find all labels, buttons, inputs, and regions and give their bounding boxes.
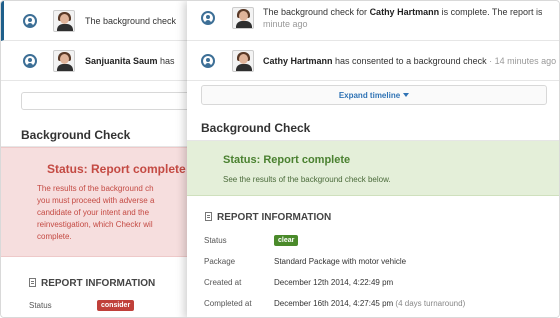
timestamp: · 14 minutes ago	[486, 55, 557, 66]
status-label: Status	[204, 236, 227, 245]
report-information-heading: REPORT INFORMATION	[205, 212, 331, 223]
expand-timeline-button[interactable]: Expand timeline	[201, 85, 547, 105]
document-icon	[205, 212, 212, 221]
background-check-panel-front: The background check for Cathy Hartmann …	[187, 1, 559, 317]
created-at-label: Created at	[204, 278, 242, 287]
expand-timeline-bar[interactable]	[21, 92, 201, 110]
status-message: See the results of the background check …	[223, 175, 391, 184]
package-label: Package	[204, 257, 236, 266]
completed-at-label: Completed at	[204, 299, 252, 308]
package-value: Standard Package with motor vehicle	[274, 257, 407, 266]
candidate-name[interactable]: Cathy Hartmann	[263, 56, 333, 66]
status-message: The results of the background ch you mus…	[37, 184, 155, 241]
candidate-icon	[201, 11, 215, 25]
timeline-item-text: The background check for Cathy Hartmann …	[263, 7, 543, 17]
page-title: Background Check	[21, 128, 131, 142]
report-information-heading: REPORT INFORMATION	[29, 278, 155, 289]
caret-down-icon	[403, 93, 410, 97]
status-title: Status: Report complete	[47, 162, 186, 176]
candidate-name[interactable]: Cathy Hartmann	[370, 7, 440, 17]
status-badge: consider	[97, 300, 135, 311]
status-value: clear	[274, 235, 299, 246]
timeline-item-text: Cathy Hartmann has consented to a backgr…	[263, 55, 557, 66]
background-check-panel-back: The background check Sanjuanita Saum has…	[1, 1, 201, 317]
avatar	[232, 49, 254, 72]
avatar	[53, 9, 75, 32]
timeline-item-content: The background check for Cathy Hartmann …	[263, 7, 542, 29]
timeline-item[interactable]: The background check for Cathy Hartmann …	[187, 1, 559, 41]
status-badge: clear	[274, 235, 299, 246]
candidate-icon	[201, 53, 215, 68]
timeline-item-text: Sanjuanita Saum has	[85, 55, 175, 66]
expand-timeline-label: Expand timeline	[338, 90, 401, 100]
timeline-item[interactable]: Cathy Hartmann has consented to a backgr…	[187, 41, 559, 81]
candidate-icon	[23, 13, 37, 28]
app-frame: The background check Sanjuanita Saum has…	[0, 0, 560, 318]
timeline-item-text: The background check	[85, 15, 177, 26]
document-icon	[29, 278, 36, 287]
turnaround-note: (4 days turnaround)	[395, 299, 466, 308]
avatar	[232, 7, 254, 29]
timeline-item[interactable]: Sanjuanita Saum has	[1, 41, 201, 81]
timeline-item[interactable]: The background check	[1, 1, 201, 41]
status-title: Status: Report complete	[223, 154, 351, 166]
candidate-name[interactable]: Sanjuanita Saum	[85, 56, 158, 66]
timestamp: minute ago	[263, 19, 308, 29]
created-at-value: December 12th 2014, 4:22:49 pm	[274, 278, 394, 287]
completed-at-value: December 16th 2014, 4:27:45 pm (4 days t…	[274, 299, 466, 308]
page-title: Background Check	[201, 121, 311, 135]
avatar	[53, 49, 75, 72]
status-label: Status	[29, 301, 52, 310]
status-banner	[187, 141, 559, 196]
candidate-icon	[23, 53, 37, 68]
